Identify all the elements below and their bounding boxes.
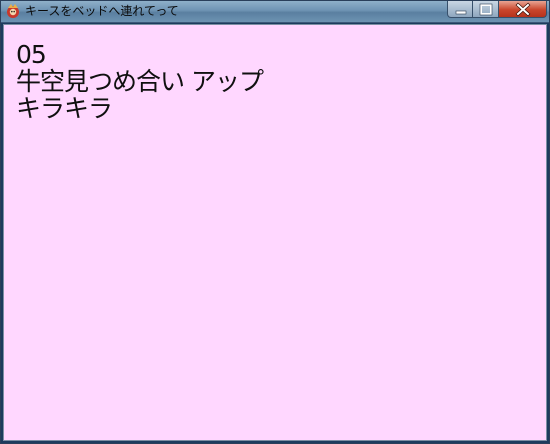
maximize-button[interactable] bbox=[473, 1, 499, 18]
window-title: キースをベッドへ連れてって bbox=[25, 4, 179, 18]
app-window: キースをベッドへ連れてって 05 牛空見つめ合い アップ キラキラ bbox=[0, 0, 550, 444]
message-text: 05 牛空見つめ合い アップ キラキラ bbox=[16, 40, 264, 123]
maximize-icon bbox=[479, 3, 493, 16]
title-bar[interactable]: キースをベッドへ連れてって bbox=[1, 1, 549, 23]
message-area[interactable]: 05 牛空見つめ合い アップ キラキラ bbox=[3, 24, 547, 441]
message-line-2: キラキラ bbox=[16, 94, 113, 123]
message-line-1: 牛空見つめ合い アップ bbox=[16, 67, 264, 96]
close-icon bbox=[515, 2, 531, 17]
message-line-number: 05 bbox=[16, 40, 47, 69]
close-button[interactable] bbox=[499, 1, 547, 18]
game-app-icon[interactable] bbox=[5, 3, 21, 19]
minimize-icon bbox=[455, 10, 467, 15]
minimize-button[interactable] bbox=[447, 1, 473, 18]
